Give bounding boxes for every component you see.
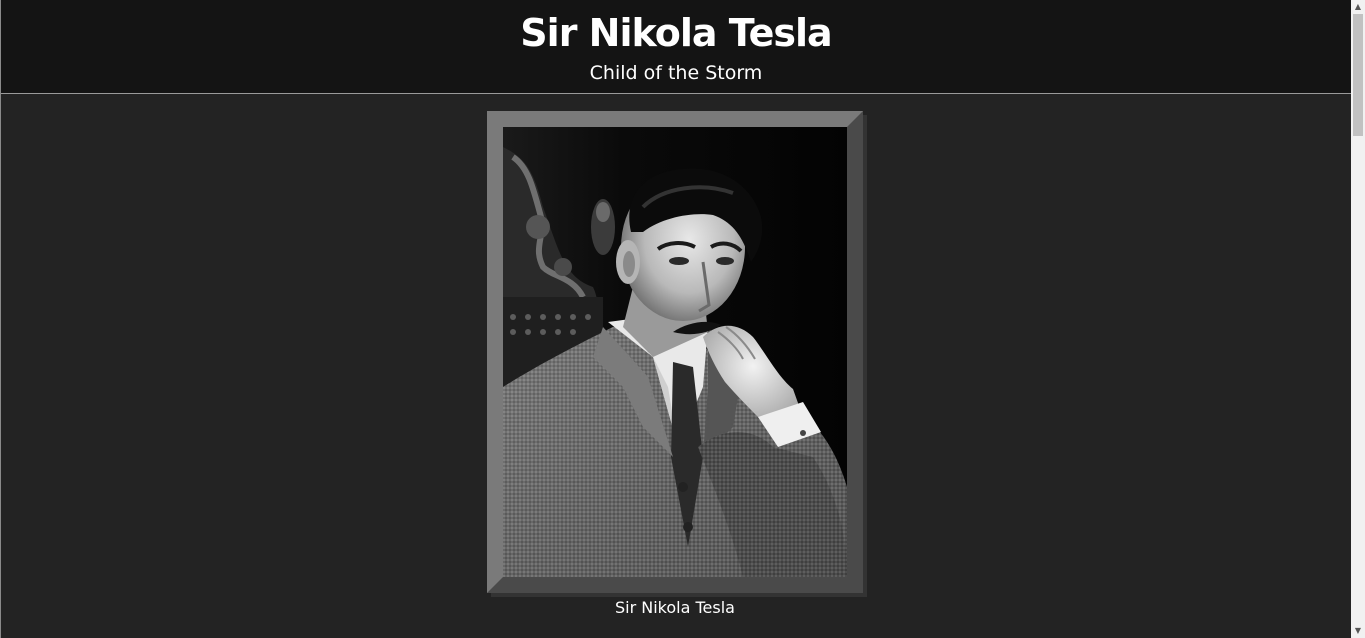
- scroll-down-arrow-icon[interactable]: ▼: [1351, 624, 1365, 638]
- page-title: Sir Nikola Tesla: [520, 11, 832, 55]
- scrollbar-thumb[interactable]: [1353, 14, 1363, 136]
- portrait-caption: Sir Nikola Tesla: [615, 598, 735, 617]
- page: Sir Nikola Tesla Child of the Storm Sir …: [0, 0, 1351, 638]
- portrait-image: [503, 127, 847, 577]
- vertical-scrollbar[interactable]: ▲ ▼: [1351, 0, 1365, 638]
- portrait-frame: [487, 111, 863, 593]
- tesla-portrait-svg: [503, 127, 847, 577]
- page-header: Sir Nikola Tesla Child of the Storm: [1, 0, 1351, 94]
- main-content: Sir Nikola Tesla: [1, 94, 1351, 637]
- page-subtitle: Child of the Storm: [589, 62, 763, 84]
- scroll-up-arrow-icon[interactable]: ▲: [1351, 0, 1365, 14]
